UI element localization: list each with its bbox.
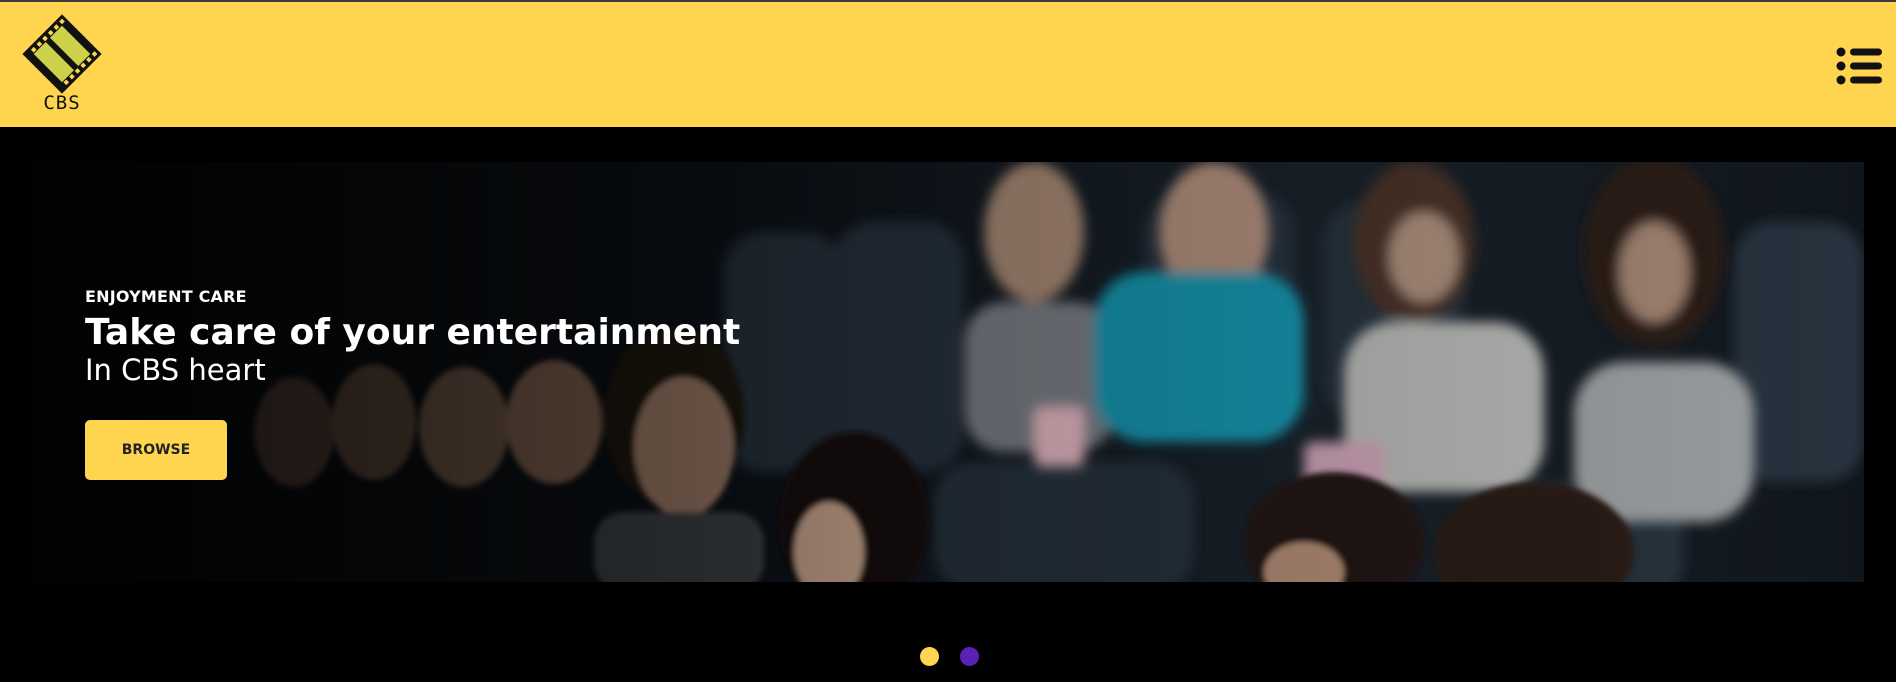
- browse-button[interactable]: BROWSE: [85, 420, 227, 480]
- logo-text: CBS: [43, 92, 81, 114]
- hero-text-block: ENJOYMENT CARE Take care of your enterta…: [85, 287, 740, 387]
- carousel-indicators: [920, 647, 980, 667]
- site-header: CBS: [0, 2, 1896, 127]
- film-strip-icon: [22, 14, 102, 94]
- menu-button[interactable]: [1836, 47, 1882, 85]
- hero-subtitle: In CBS heart: [85, 353, 266, 387]
- hero-eyebrow: ENJOYMENT CARE: [85, 287, 247, 306]
- hero-banner: ENJOYMENT CARE Take care of your enterta…: [34, 162, 1864, 582]
- hero-title: Take care of your entertainment: [85, 312, 741, 353]
- carousel-dot-1[interactable]: [920, 647, 939, 666]
- list-menu-icon: [1836, 47, 1882, 85]
- logo[interactable]: CBS: [20, 14, 104, 122]
- carousel-dot-2[interactable]: [960, 647, 979, 666]
